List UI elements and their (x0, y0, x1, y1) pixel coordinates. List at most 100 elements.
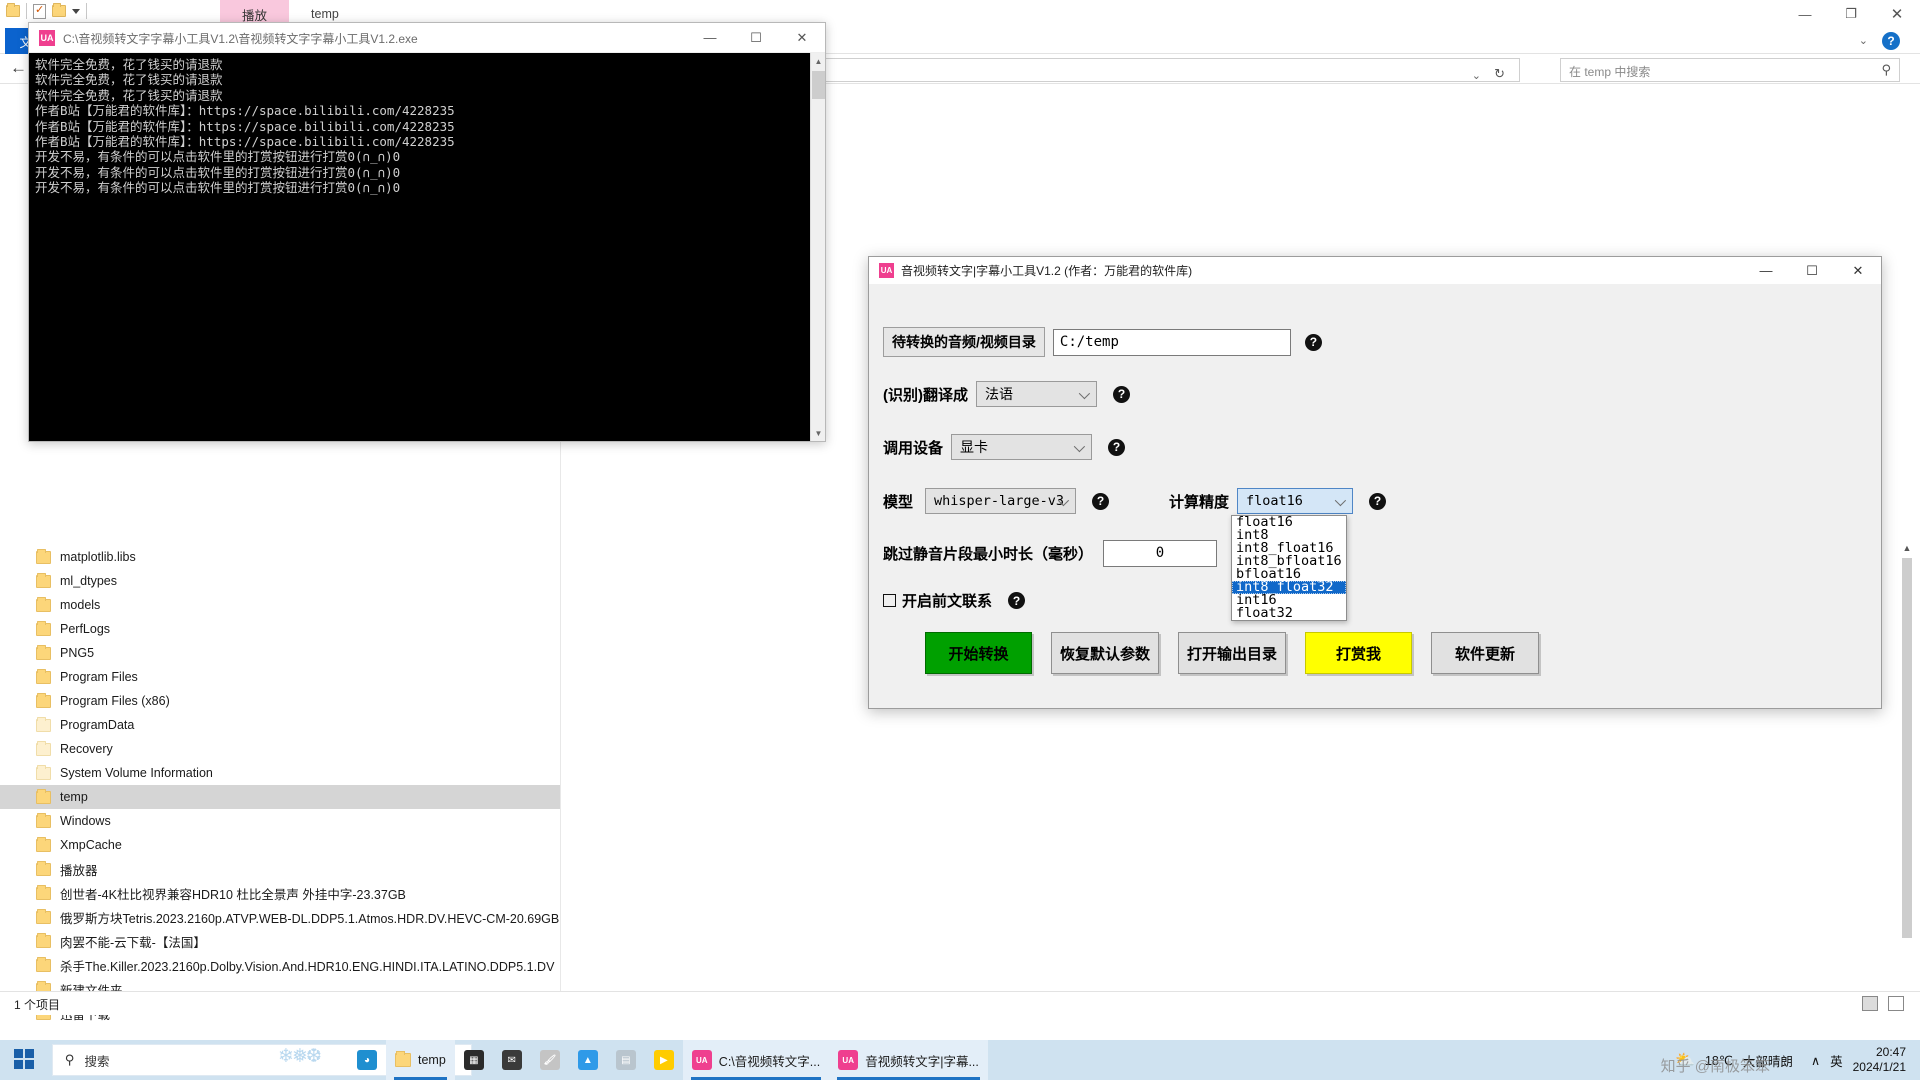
edge-icon: ◕ (357, 1050, 377, 1070)
dialog-titlebar[interactable]: UA 音视频转文字|字幕小工具V1.2 (作者：万能君的软件库) — ☐ ✕ (869, 257, 1881, 284)
folder-icon (36, 884, 51, 900)
directory-input[interactable]: C:/temp (1052, 328, 1291, 356)
list-item[interactable]: System Volume Information (0, 761, 560, 785)
taskbar-item-birdapp[interactable]: ▲ (569, 1040, 607, 1080)
list-item[interactable]: XmpCache (0, 833, 560, 857)
list-item-label: 俄罗斯方块Tetris.2023.2160p.ATVP.WEB-DL.DDP5.… (60, 911, 560, 926)
refresh-icon[interactable]: ↻ (1494, 66, 1505, 82)
windows-start-icon[interactable] (14, 1049, 36, 1071)
list-item[interactable]: 肉罢不能-云下载-【法国】 (0, 929, 560, 953)
explorer-minimize-button[interactable]: — (1782, 0, 1828, 28)
player-icon: ▶ (653, 1050, 674, 1070)
console-scroll-up-icon[interactable]: ▲ (811, 53, 826, 69)
quick-access-toolbar[interactable] (6, 3, 87, 19)
chevron-down-icon[interactable]: ⌄ (1859, 34, 1868, 47)
customize-caret-icon[interactable] (72, 8, 80, 14)
dialog-button-1[interactable]: 恢复默认参数 (1051, 632, 1159, 674)
list-item[interactable]: ProgramData (0, 713, 560, 737)
list-item[interactable]: 杀手The.Killer.2023.2160p.Dolby.Vision.And… (0, 953, 560, 977)
back-icon[interactable]: ← (10, 58, 27, 78)
help-icon-translate[interactable]: ? (1113, 385, 1130, 403)
precision-select[interactable]: float16 (1237, 488, 1354, 514)
list-item-label: 杀手The.Killer.2023.2160p.Dolby.Vision.And… (60, 959, 555, 974)
list-item[interactable]: Windows (0, 809, 560, 833)
search-input[interactable]: 在 temp 中搜索 ⚲ (1560, 58, 1900, 82)
large-icons-view-icon[interactable] (1888, 996, 1904, 1011)
folder-icon[interactable] (6, 3, 20, 17)
context-checkbox[interactable] (883, 594, 896, 607)
taskbar-item-console-app[interactable]: UA C:\音视频转文字... (682, 1040, 830, 1080)
list-item[interactable]: Program Files (0, 665, 560, 689)
taskbar-item-edge[interactable]: ◕ (348, 1040, 386, 1080)
ime-indicator[interactable]: 英 (1830, 1051, 1843, 1070)
dialog-body: 待转换的音频/视频目录 C:/temp ? (识别)翻译成 法语 ? 调用设备 … (869, 284, 1881, 708)
taskbar-item-mail[interactable]: ✉ (493, 1040, 531, 1080)
taskbar-item-paint[interactable]: 🖌 (531, 1040, 569, 1080)
list-item[interactable]: ml_dtypes (0, 569, 560, 593)
help-icon-precision[interactable]: ? (1369, 492, 1387, 510)
dialog-button-3[interactable]: 打赏我 (1305, 632, 1412, 674)
silence-row: 跳过静音片段最小时长（毫秒） 0 ? (883, 540, 1249, 567)
help-icon[interactable]: ? (1882, 32, 1900, 50)
dialog-button-2[interactable]: 打开输出目录 (1178, 632, 1286, 674)
console-title: C:\音视频转文字字幕小工具V1.2\音视频转文字字幕小工具V1.2.exe (63, 32, 418, 46)
dialog-button-4[interactable]: 软件更新 (1431, 632, 1539, 674)
taskbar-item-explorer[interactable]: temp (386, 1040, 455, 1080)
list-item-label: 创世者-4K杜比视界兼容HDR10 杜比全景声 外挂中字-23.37GB (60, 887, 406, 902)
list-item[interactable]: PerfLogs (0, 617, 560, 641)
details-view-icon[interactable] (1862, 996, 1878, 1011)
precision-dropdown-list[interactable]: float16 int8 int8_float16 int8_bfloat16 bflo… (1231, 515, 1347, 621)
clock[interactable]: 20:47 2024/1/21 (1853, 1045, 1906, 1075)
folder-icon (36, 956, 51, 972)
explorer-close-button[interactable]: ✕ (1874, 0, 1920, 28)
list-item[interactable]: Recovery (0, 737, 560, 761)
list-item[interactable]: 播放器 (0, 857, 560, 881)
model-select[interactable]: whisper-large-v3 (925, 488, 1077, 514)
help-icon-device[interactable]: ? (1108, 438, 1126, 456)
dialog-close-button[interactable]: ✕ (1835, 257, 1881, 284)
console-titlebar[interactable]: UA C:\音视频转文字字幕小工具V1.2\音视频转文字字幕小工具V1.2.ex… (29, 23, 825, 53)
list-item[interactable]: matplotlib.libs (0, 545, 560, 569)
device-row: 调用设备 显卡 ? (883, 434, 1126, 460)
dialog-minimize-button[interactable]: — (1743, 257, 1789, 284)
console-close-button[interactable]: ✕ (779, 23, 825, 52)
app-icon: UA (39, 30, 55, 46)
taskbar-item-scanner[interactable]: ▤ (607, 1040, 645, 1080)
tray-expand-icon[interactable]: ∧ (1811, 1053, 1820, 1068)
address-dropdown-icon[interactable]: ⌄ (1472, 69, 1481, 82)
help-icon-model[interactable]: ? (1092, 492, 1110, 510)
taskbar-item-gui-app[interactable]: UA 音视频转文字|字幕... (829, 1040, 988, 1080)
properties-icon[interactable] (33, 3, 46, 19)
list-item[interactable]: models (0, 593, 560, 617)
model-label: 模型 (883, 493, 914, 511)
folder-icon (36, 692, 51, 708)
device-select[interactable]: 显卡 (951, 434, 1093, 460)
list-item[interactable]: 创世者-4K杜比视界兼容HDR10 杜比全景声 外挂中字-23.37GB (0, 881, 560, 905)
console-maximize-button[interactable]: ☐ (733, 23, 779, 52)
silence-input[interactable]: 0 (1103, 540, 1218, 567)
explorer-maximize-button[interactable]: ❐ (1828, 0, 1874, 28)
list-item[interactable]: temp (0, 785, 560, 809)
list-item[interactable]: PNG5 (0, 641, 560, 665)
dialog-button-0[interactable]: 开始转换 (925, 632, 1032, 674)
translate-select[interactable]: 法语 (976, 381, 1097, 407)
dropdown-option[interactable]: float32 (1232, 606, 1346, 620)
list-item[interactable]: 俄罗斯方块Tetris.2023.2160p.ATVP.WEB-DL.DDP5.… (0, 905, 560, 929)
scroll-up-icon[interactable]: ▲ (1900, 540, 1914, 556)
console-scrollbar[interactable]: ▲ ▼ (810, 53, 825, 441)
folder-icon (36, 740, 51, 756)
console-scrollbar-thumb[interactable] (812, 71, 825, 99)
taskbar-item-player[interactable]: ▶ (645, 1040, 683, 1080)
help-icon-context[interactable]: ? (1008, 592, 1026, 609)
new-folder-icon[interactable] (52, 3, 66, 17)
dialog-maximize-button[interactable]: ☐ (1789, 257, 1835, 284)
help-icon-directory[interactable]: ? (1304, 333, 1322, 351)
console-scroll-down-icon[interactable]: ▼ (811, 425, 826, 441)
console-minimize-button[interactable]: — (687, 23, 733, 52)
directory-row: 待转换的音频/视频目录 C:/temp ? (883, 327, 1322, 357)
folder-icon (36, 620, 51, 636)
list-item[interactable]: Program Files (x86) (0, 689, 560, 713)
folder-icon (36, 932, 51, 948)
taskbar-item-store[interactable]: ▦ (455, 1040, 493, 1080)
scrollbar-thumb[interactable] (1902, 558, 1912, 938)
